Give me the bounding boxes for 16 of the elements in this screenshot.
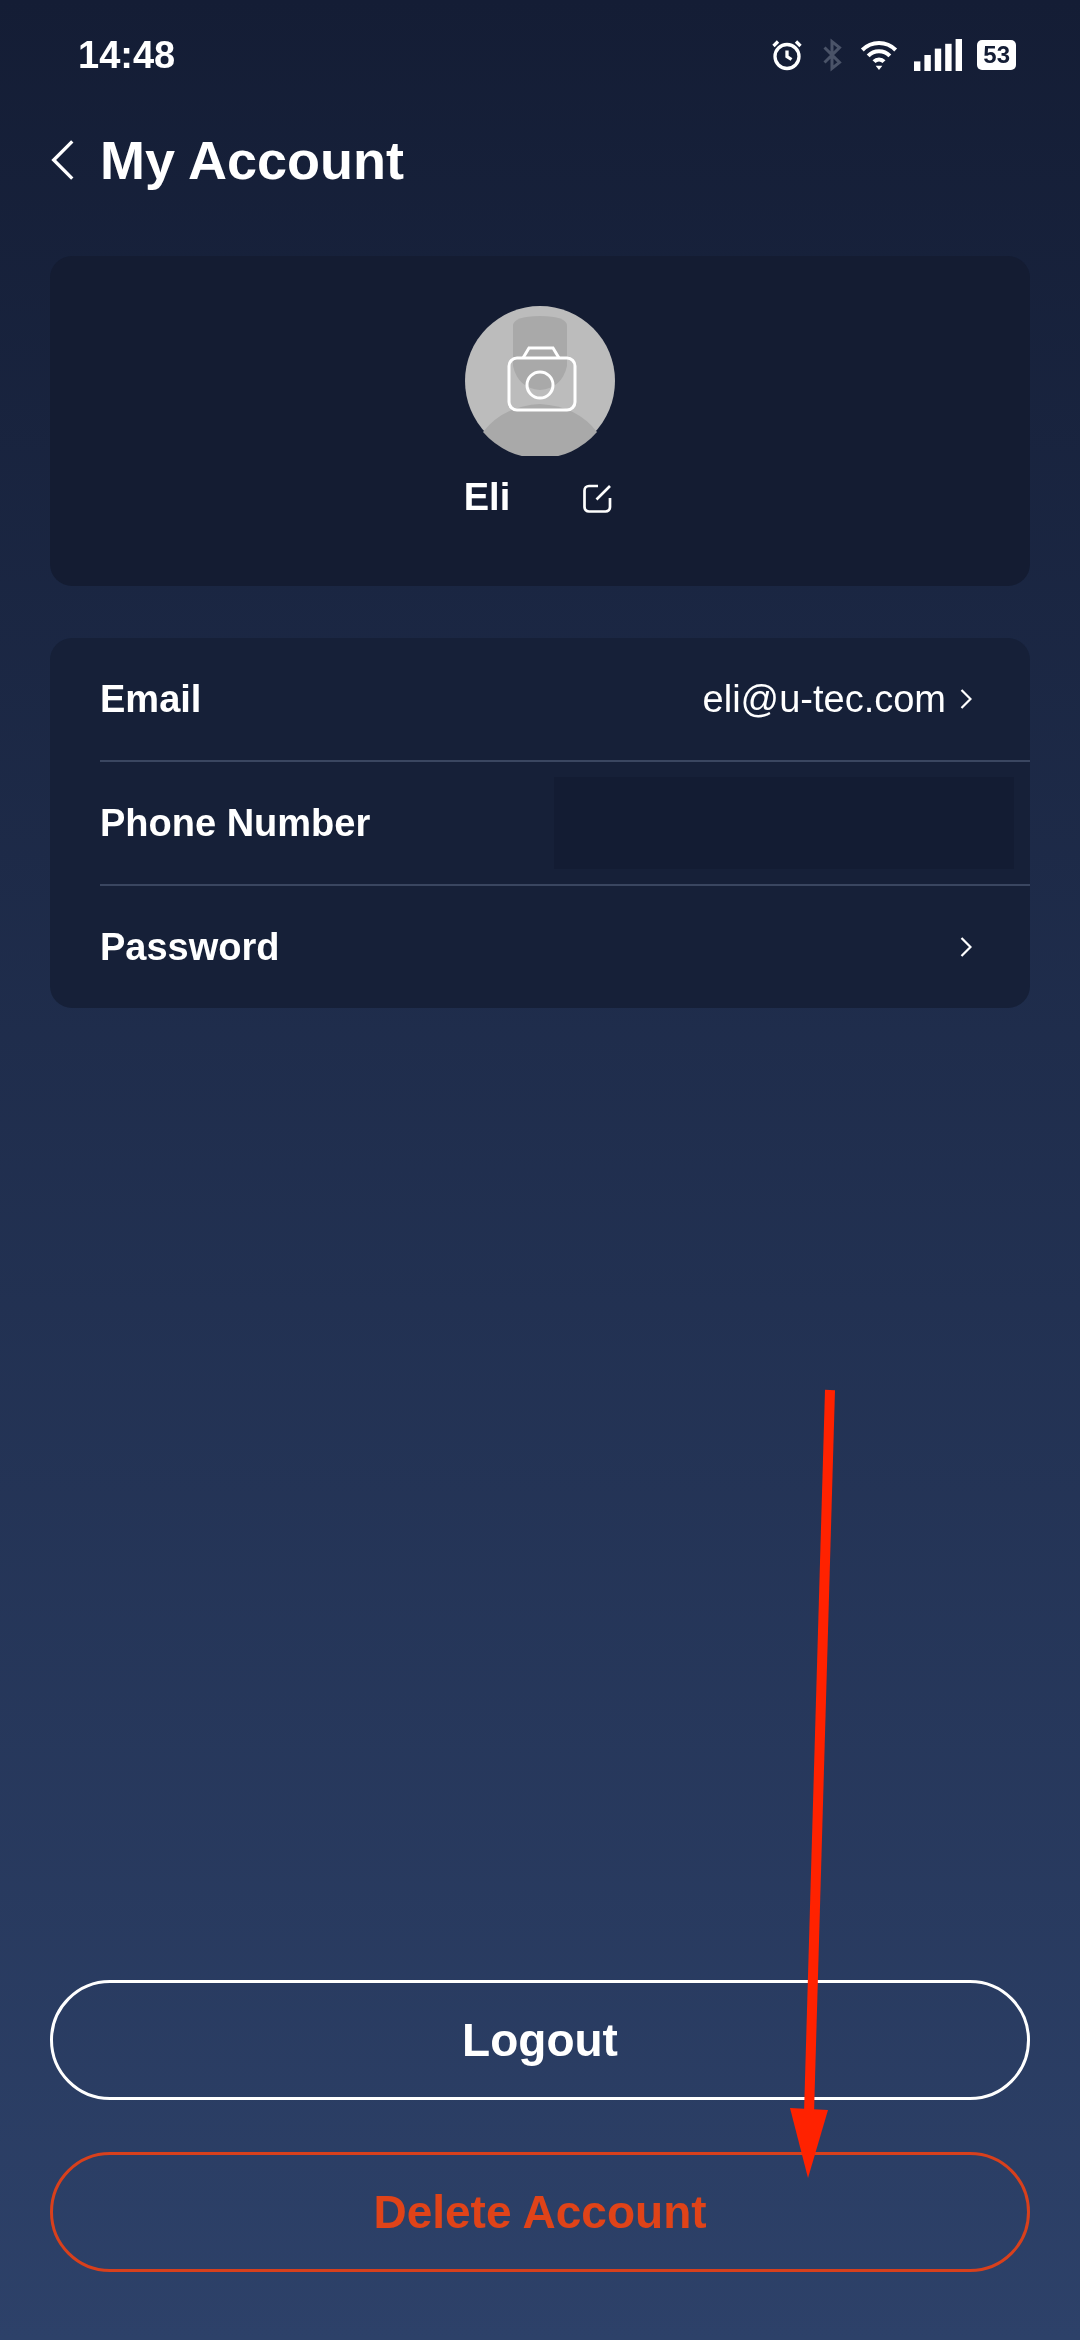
page-title: My Account [100, 129, 404, 191]
signal-icon [913, 39, 964, 71]
avatar-icon[interactable] [465, 306, 615, 456]
settings-row[interactable]: Email eli@u-tec.com [100, 638, 1030, 762]
row-value: eli@u-tec.com [702, 677, 946, 721]
row-label: Phone Number [100, 801, 371, 845]
row-label: Password [100, 925, 280, 969]
wifi-icon [859, 38, 900, 72]
row-label: Email [100, 677, 202, 721]
user-name: Eli [463, 476, 511, 519]
settings-row[interactable]: Password [100, 886, 1030, 1008]
action-button[interactable]: Logout [50, 1980, 1030, 2100]
chevron-icon [960, 688, 972, 710]
status-time: 14:48 [78, 33, 176, 77]
battery-indicator: 53 [977, 40, 1016, 70]
chevron-icon [960, 936, 972, 958]
